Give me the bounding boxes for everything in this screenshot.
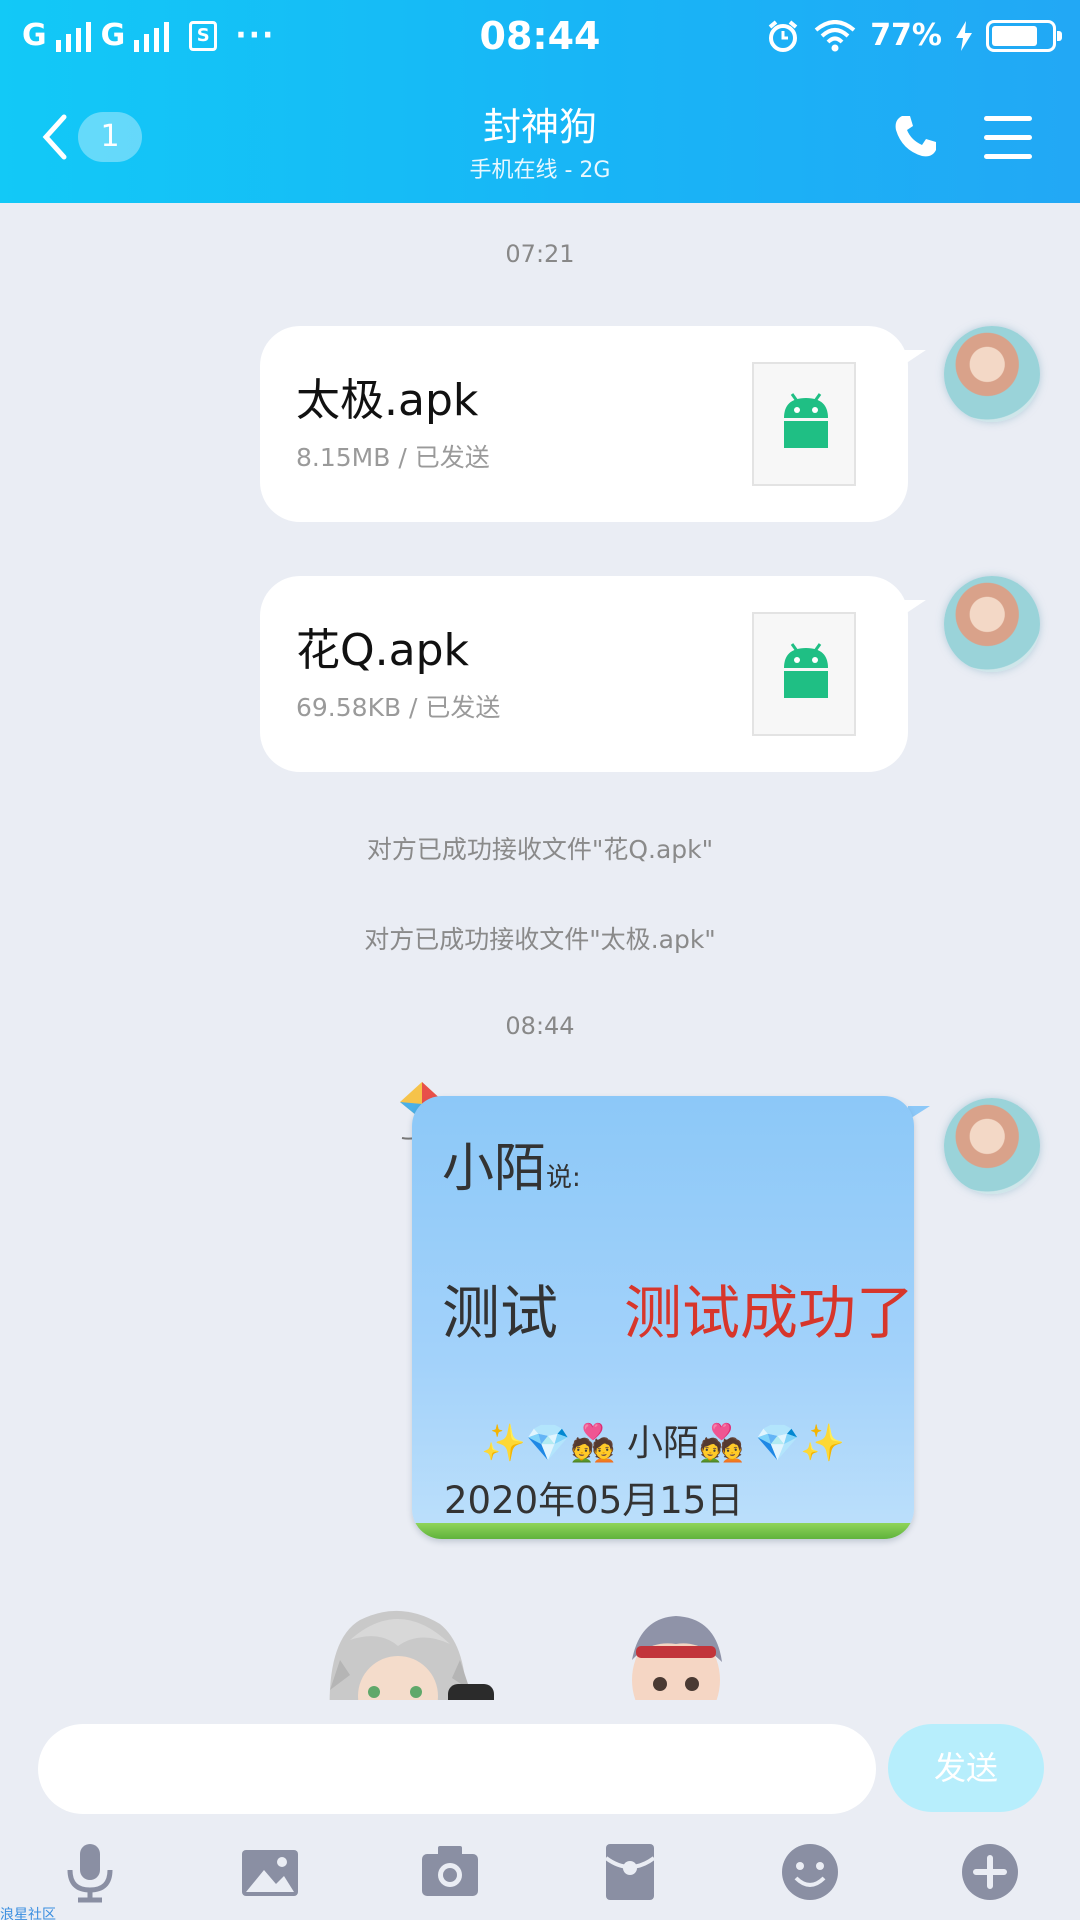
red-packet-icon [604,1844,656,1900]
android-icon [752,362,856,486]
battery-icon [986,19,1062,52]
status-bar: G G S ··· 08:44 77% [0,0,1080,75]
battery-percent: 77% [870,18,942,53]
emoji-button[interactable] [778,1840,842,1904]
chat-header: G G S ··· 08:44 77% 1 封神狗 手机在线 - 2G [0,0,1080,203]
red-packet-button[interactable] [598,1840,662,1904]
menu-button[interactable] [984,116,1032,173]
grass-decoration [412,1523,914,1539]
voice-button[interactable] [58,1840,122,1904]
android-icon [752,612,856,736]
avatar[interactable] [944,326,1040,422]
send-button[interactable]: 发送 [888,1724,1044,1812]
avatar[interactable] [944,576,1040,672]
camera-button[interactable] [418,1840,482,1904]
author-name: 小陌 [442,1139,547,1199]
plus-icon [962,1844,1018,1900]
photo-button[interactable] [238,1840,302,1904]
input-bar: 发送 [0,1700,1080,1920]
image-icon [242,1850,298,1896]
voice-call-button[interactable] [892,112,940,164]
watermark: 浪星社区 [0,1907,56,1920]
file-meta: 8.15MB / 已发送 [296,443,490,472]
more-button[interactable] [958,1840,1022,1904]
nav-bar: 1 封神狗 手机在线 - 2G [0,90,1080,190]
timestamp: 07:21 [505,240,575,268]
toolbar [0,1840,1080,1920]
themed-message-bubble[interactable]: 小陌说: 测试 测试成功了 ✨💎💑 小陌💑 💎✨ 2020年05月15日 08:… [412,1096,914,1539]
system-notice: 对方已成功接收文件"太极.apk" [364,925,716,954]
author-says: 说: [546,1163,581,1193]
message-text-highlight: 测试成功了 [624,1279,914,1347]
phone-icon [895,116,936,157]
file-meta: 69.58KB / 已发送 [296,693,501,722]
file-message[interactable]: 花Q.apk 69.58KB / 已发送 [260,576,926,772]
file-name: 太极.apk [296,375,479,426]
battery-fill [992,25,1037,46]
status-right: 77% [766,18,1062,53]
message-text: 测试 [442,1279,559,1347]
message-author: 小陌说: [442,1126,581,1201]
file-name: 花Q.apk [296,625,469,676]
microphone-icon [67,1844,113,1903]
alarm-icon [768,19,798,52]
timestamp: 08:44 [505,1012,575,1040]
message-input[interactable] [38,1724,876,1814]
message-signature: ✨💎💑 小陌💑 💎✨ [481,1423,845,1464]
camera-icon [422,1846,478,1896]
wifi-icon [814,19,856,51]
emoji-icon [782,1844,838,1900]
system-notice: 对方已成功接收文件"花Q.apk" [366,835,714,864]
avatar[interactable] [944,1098,1040,1194]
menu-icon [984,116,1032,159]
charging-icon [956,20,972,51]
file-message[interactable]: 太极.apk 8.15MB / 已发送 [260,326,926,522]
